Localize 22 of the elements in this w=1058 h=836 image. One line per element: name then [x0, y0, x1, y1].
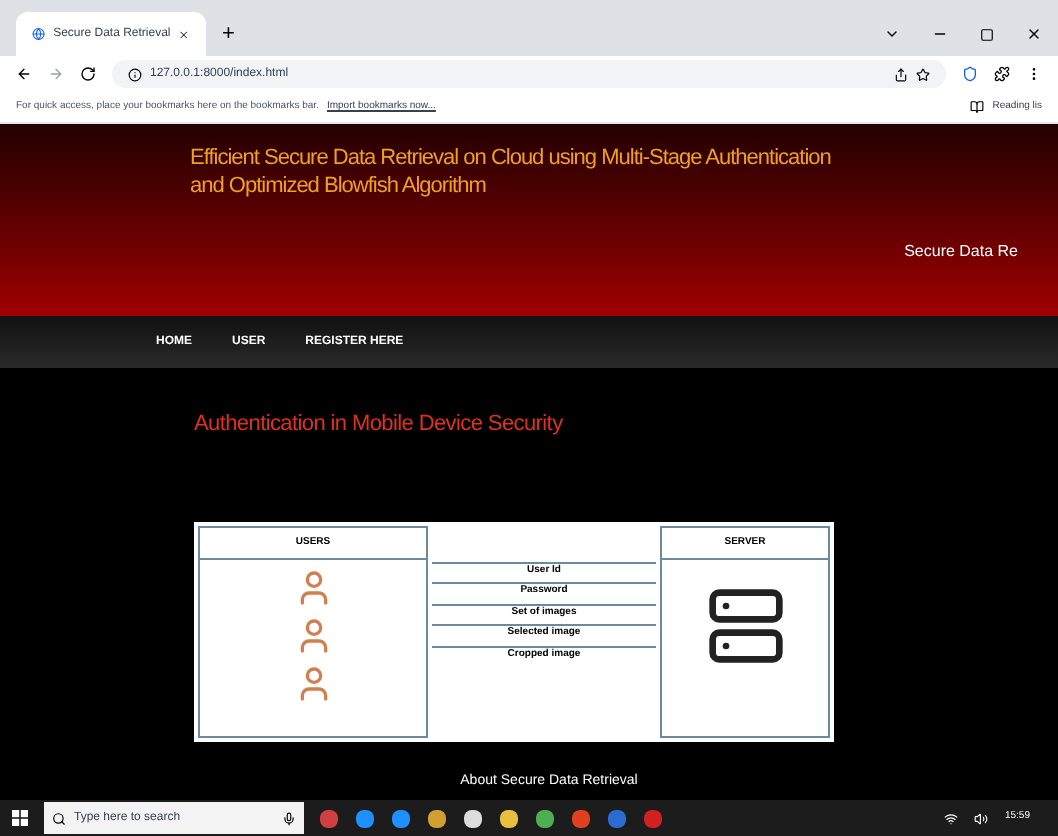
info-icon — [128, 67, 142, 81]
windows-icon[interactable] — [12, 810, 28, 826]
close-icon[interactable] — [1026, 26, 1042, 42]
wifi-icon — [944, 811, 959, 825]
site-subtitle: Secure Data Re — [904, 240, 1020, 264]
share-icon[interactable] — [894, 67, 908, 81]
star-icon[interactable] — [916, 67, 930, 81]
search-icon — [52, 811, 66, 825]
back-icon[interactable] — [16, 66, 32, 82]
chevron-icon[interactable] — [884, 26, 900, 42]
restore-icon[interactable] — [980, 27, 994, 41]
close-icon[interactable] — [178, 27, 190, 41]
globe-icon — [32, 26, 46, 42]
site-title: Efficient Secure Data Retrieval on Cloud using Multi-Stage Authentication and Optimized Blowfish Algorithm — [190, 144, 833, 200]
section-heading: Authentication in Mobile Device Security — [192, 410, 565, 440]
new-tab-button[interactable]: + — [206, 12, 251, 56]
volume-icon — [974, 811, 989, 825]
puzzle-icon[interactable] — [994, 66, 1010, 82]
reload-icon[interactable] — [80, 66, 96, 82]
reading-list-icon[interactable] — [970, 100, 985, 114]
shield-icon[interactable] — [962, 66, 978, 82]
mic-icon — [282, 811, 296, 825]
